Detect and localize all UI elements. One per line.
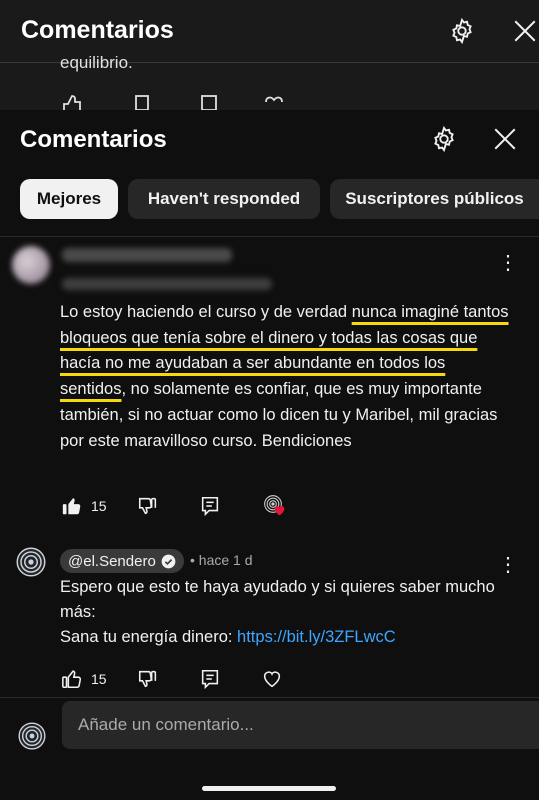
like-count: 15 <box>91 498 107 514</box>
settings-gear-icon[interactable] <box>430 125 458 153</box>
thumbs-down-icon[interactable] <box>137 495 159 517</box>
chip-suscriptores-publicos[interactable]: Suscriptores públicos <box>330 179 539 219</box>
comment-actions: 15 <box>61 494 287 518</box>
close-icon[interactable] <box>492 126 518 152</box>
comment-text-end: , no solamente es confiar, que es muy im… <box>60 380 498 450</box>
home-indicator <box>202 786 336 791</box>
comment-meta-blurred <box>62 278 272 290</box>
comment-line: Espero que esto te haya ayudado y si qui… <box>60 578 495 621</box>
heart-icon[interactable] <box>261 668 283 690</box>
background-comments-panel: Comentarios equilibrio. <box>0 0 539 110</box>
thumbs-up-icon[interactable] <box>61 668 83 690</box>
more-options-icon[interactable]: ⋮ <box>498 552 518 576</box>
background-action-icons <box>63 95 283 110</box>
thumbs-up-filled-icon[interactable] <box>61 495 83 517</box>
user-avatar <box>18 722 46 750</box>
like-count: 15 <box>91 671 107 687</box>
author-handle: @el.Sendero <box>68 552 156 570</box>
comment-input[interactable] <box>62 701 539 749</box>
comment-composer <box>0 697 539 800</box>
chips-divider <box>0 236 539 237</box>
verified-check-icon <box>161 554 176 568</box>
page-title: Comentarios <box>20 126 167 153</box>
comment-timestamp: • hace 1 d <box>190 552 253 568</box>
avatar[interactable] <box>16 547 46 577</box>
comment-text: Espero que esto te haya ayudado y si qui… <box>60 575 510 650</box>
reply-icon[interactable] <box>199 668 221 690</box>
comments-sheet: Comentarios Mejores Haven't responded Su… <box>0 110 539 800</box>
author-handle-badge[interactable]: @el.Sendero <box>60 549 184 573</box>
creator-heart-badge <box>263 494 287 518</box>
comment-line: Sana tu energía dinero: https://bit.ly/3… <box>60 625 510 650</box>
comment-actions: 15 <box>61 668 283 690</box>
background-panel-title: Comentarios <box>21 16 174 44</box>
comment-author-blurred <box>62 248 232 262</box>
chip-mejores[interactable]: Mejores <box>20 179 118 219</box>
chip-havent-responded[interactable]: Haven't responded <box>128 179 320 219</box>
heart-icon <box>274 506 284 516</box>
avatar[interactable] <box>12 246 50 284</box>
comment-text: Lo estoy haciendo el curso y de verdad n… <box>60 300 510 454</box>
comment-link[interactable]: https://bit.ly/3ZFLwcC <box>237 628 396 646</box>
settings-gear-icon[interactable] <box>448 17 476 45</box>
reply-icon[interactable] <box>199 495 221 517</box>
comment-text-start: Lo estoy haciendo el curso y de verdad <box>60 303 352 321</box>
close-icon[interactable] <box>512 18 538 44</box>
comment-link-prefix: Sana tu energía dinero: <box>60 628 238 646</box>
more-options-icon[interactable]: ⋮ <box>498 250 518 274</box>
background-comment-snippet: equilibrio. <box>60 53 133 72</box>
thumbs-down-icon[interactable] <box>137 668 159 690</box>
